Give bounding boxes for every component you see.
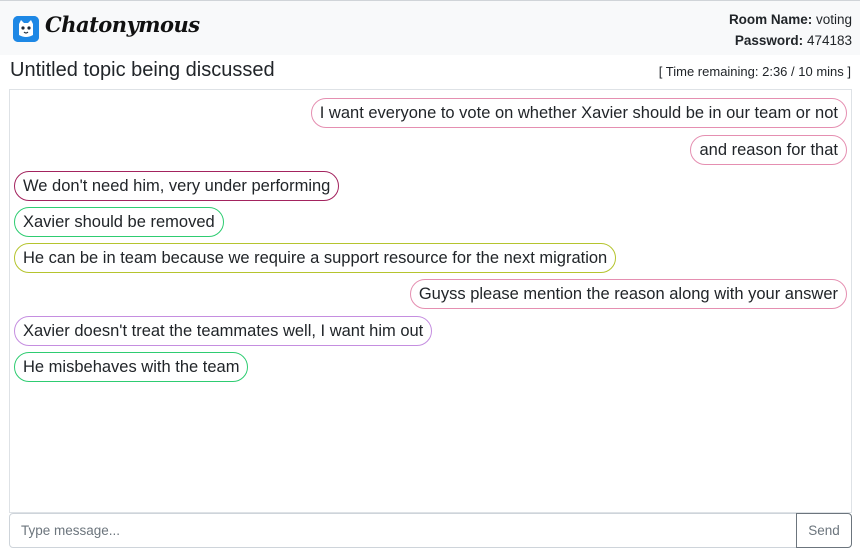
- chat-message: We don't need him, very under performing: [14, 171, 340, 201]
- send-button[interactable]: Send: [796, 513, 852, 548]
- chat-message: I want everyone to vote on whether Xavie…: [310, 98, 847, 128]
- chat-message: Xavier should be removed: [14, 207, 224, 237]
- room-password-line: Password: 474183: [729, 30, 852, 51]
- room-name-value: voting: [815, 12, 852, 27]
- room-info: Room Name: voting Password: 474183: [729, 9, 852, 51]
- app-header: Chatonymous Room Name: voting Password: …: [0, 0, 860, 55]
- room-password-label: Password:: [734, 33, 804, 48]
- chat-message: Xavier doesn't treat the teammates well,…: [14, 316, 433, 346]
- chat-message: He misbehaves with the team: [14, 352, 249, 382]
- time-remaining: [ Time remaining: 2:36 / 10 mins ]: [658, 64, 851, 79]
- app-brand: Chatonymous: [45, 12, 200, 37]
- message-composer: Send: [9, 513, 852, 548]
- topic-row: Untitled topic being discussed [ Time re…: [0, 55, 860, 88]
- room-name-line: Room Name: voting: [729, 9, 852, 30]
- chat-message: Guyss please mention the reason along wi…: [409, 279, 847, 309]
- chat-message: He can be in team because we require a s…: [14, 243, 617, 273]
- cat-face-icon: [13, 16, 39, 42]
- room-name-label: Room Name:: [728, 12, 813, 27]
- message-input[interactable]: [9, 513, 797, 548]
- chat-message: and reason for that: [690, 135, 847, 165]
- room-password-value: 474183: [806, 33, 852, 48]
- chat-messages[interactable]: I want everyone to vote on whether Xavie…: [9, 89, 852, 513]
- topic-title: Untitled topic being discussed: [10, 59, 275, 81]
